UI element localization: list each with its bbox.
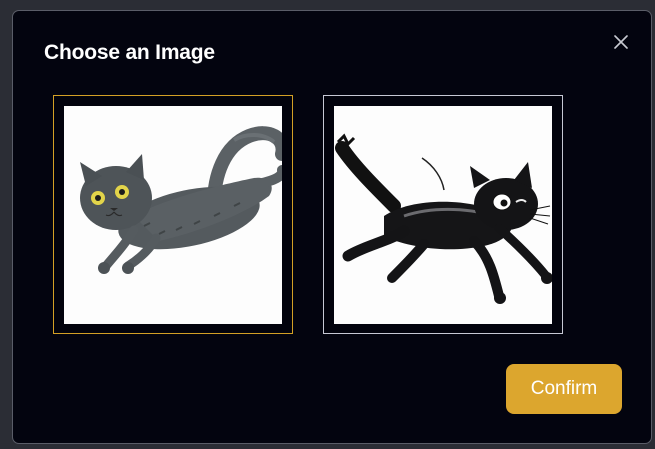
confirm-button[interactable]: Confirm <box>506 364 622 414</box>
dialog-title: Choose an Image <box>44 41 215 64</box>
image-option-black-cat[interactable] <box>323 95 563 334</box>
black-cat-image <box>334 106 552 324</box>
image-option-gray-cat[interactable] <box>53 95 293 334</box>
close-button[interactable] <box>611 32 631 52</box>
choose-image-dialog: Choose an Image Confirm <box>12 10 652 444</box>
close-icon <box>614 35 628 49</box>
gray-cat-image <box>64 106 282 324</box>
